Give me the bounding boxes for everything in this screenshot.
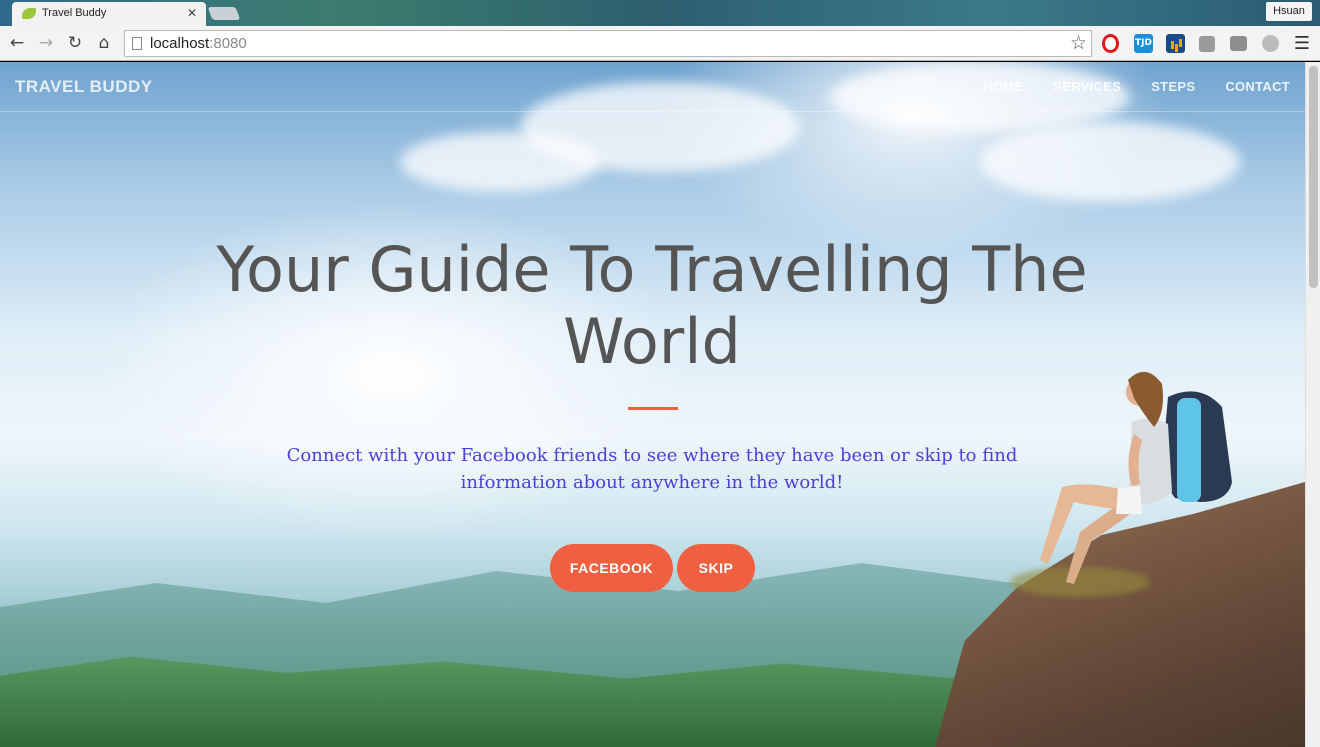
page-icon [132,37,142,50]
nav-link-home[interactable]: HOME [983,79,1023,94]
facebook-button[interactable]: FACEBOOK [550,544,673,592]
hero-subtitle: Connect with your Facebook friends to se… [286,445,1018,493]
nav-link-services[interactable]: SERVICES [1053,79,1121,94]
chart-extension-icon[interactable] [1166,34,1185,53]
browser-toolbar: ← → ↻ ⌂ localhost:8080 ☆ TJD ☰ [0,26,1320,61]
address-bar[interactable]: localhost:8080 ☆ [124,30,1092,57]
extension-icon[interactable] [1199,36,1215,52]
reload-icon[interactable]: ↻ [64,32,86,54]
page-viewport: TRAVEL BUDDY HOME SERVICES STEPS CONTACT… [0,62,1320,747]
browser-tab-strip: Travel Buddy ✕ Hsuan [0,0,1320,26]
tab-title: Travel Buddy [42,7,107,19]
site-navbar: TRAVEL BUDDY HOME SERVICES STEPS CONTACT [0,62,1305,112]
back-arrow-icon[interactable]: ← [6,32,28,54]
leaf-favicon-icon [22,8,36,19]
tjd-extension-icon[interactable]: TJD [1134,34,1153,53]
extension-icon[interactable] [1230,36,1247,51]
hero-title: Your Guide To Travelling The World [216,233,1088,378]
profile-button[interactable]: Hsuan [1266,2,1312,21]
forward-arrow-icon[interactable]: → [35,32,57,54]
hero-background-image [0,62,1305,747]
star-icon[interactable]: ☆ [1070,32,1087,54]
site-brand-link[interactable]: TRAVEL BUDDY [15,77,153,97]
new-tab-button[interactable] [207,7,241,20]
browser-tab[interactable]: Travel Buddy ✕ [12,2,206,26]
hero-divider [628,407,678,410]
nav-link-contact[interactable]: CONTACT [1225,79,1290,94]
hamburger-menu-icon[interactable]: ☰ [1294,33,1310,54]
opera-icon[interactable] [1102,34,1119,53]
page-scrollbar[interactable] [1305,62,1320,747]
url-text[interactable]: localhost:8080 [150,35,247,52]
nav-link-steps[interactable]: STEPS [1151,79,1195,94]
site-nav-links: HOME SERVICES STEPS CONTACT [983,79,1290,94]
url-port: :8080 [209,35,247,52]
home-icon[interactable]: ⌂ [93,32,115,54]
tab-close-icon[interactable]: ✕ [187,6,197,20]
extension-icon[interactable] [1262,35,1279,52]
skip-button[interactable]: SKIP [677,544,755,592]
scrollbar-thumb[interactable] [1309,66,1318,288]
url-host: localhost [150,35,210,52]
